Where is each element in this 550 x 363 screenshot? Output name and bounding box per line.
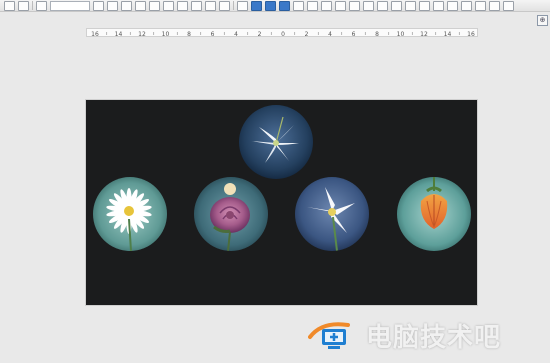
toolbar (0, 0, 550, 12)
list-icon[interactable] (205, 0, 216, 11)
align-right-icon[interactable] (177, 0, 188, 11)
ruler-tick-label: 2 (305, 31, 309, 38)
lily-image[interactable] (239, 105, 313, 179)
narcissus-icon (295, 177, 369, 251)
align-left-icon[interactable] (149, 0, 160, 11)
ruler-tick-label: 12 (138, 31, 146, 38)
ruler-tick-label: 10 (162, 31, 170, 38)
rotate-icon[interactable] (419, 0, 430, 11)
animation-icon[interactable] (461, 0, 472, 11)
bold-icon[interactable] (121, 0, 132, 11)
watermark: 电脑技术吧 (308, 318, 502, 353)
ruler-tick-label: 16 (91, 31, 99, 38)
table-icon[interactable] (219, 0, 230, 11)
chart-icon[interactable] (251, 0, 262, 11)
toolbar-separator (32, 1, 33, 10)
play-icon[interactable] (489, 0, 500, 11)
text-box-icon[interactable] (36, 0, 47, 11)
rose-icon (194, 177, 268, 251)
flip-icon[interactable] (405, 0, 416, 11)
ruler-tick-label: 10 (397, 31, 405, 38)
justify-icon[interactable] (191, 0, 202, 11)
more-icon[interactable] (503, 0, 514, 11)
crop-icon[interactable] (433, 0, 444, 11)
slide-canvas[interactable] (86, 100, 477, 305)
ruler-ticks: 16 14 12 10 8 6 4 2 0 2 4 6 8 10 12 14 16 (91, 31, 475, 38)
font-size-field[interactable] (50, 0, 90, 11)
symbol-icon[interactable] (307, 0, 318, 11)
ruler-tick-label: 0 (281, 31, 285, 38)
gallery-icon[interactable] (293, 0, 304, 11)
toolbar-separator (233, 1, 234, 10)
daisy-image[interactable] (93, 177, 167, 251)
tulip-icon (397, 177, 471, 251)
ruler-tick-label: 4 (234, 31, 238, 38)
italic-icon[interactable] (135, 0, 146, 11)
cursor-icon[interactable] (4, 0, 15, 11)
ruler-tick-label: 14 (115, 31, 123, 38)
align-center-icon[interactable] (163, 0, 174, 11)
arrow-icon[interactable] (321, 0, 332, 11)
font-icon[interactable] (107, 0, 118, 11)
textbox-insert-icon[interactable] (279, 0, 290, 11)
effects-icon[interactable] (447, 0, 458, 11)
ruler-tick-label: 4 (328, 31, 332, 38)
computer-logo-icon (308, 322, 350, 349)
ruler-tick-label: 12 (420, 31, 428, 38)
ruler-tick-label: 14 (444, 31, 452, 38)
picture-icon[interactable] (265, 0, 276, 11)
distribute-icon[interactable] (391, 0, 402, 11)
ruler-tick-label: 2 (258, 31, 262, 38)
watermark-text: 电脑技术吧 (366, 322, 502, 353)
horizontal-ruler: 16 14 12 10 8 6 4 2 0 2 4 6 8 10 12 14 16 (86, 28, 478, 38)
tulip-image[interactable] (397, 177, 471, 251)
rose-image[interactable] (194, 177, 268, 251)
shape-icon[interactable] (237, 0, 248, 11)
layer-icon[interactable] (349, 0, 360, 11)
sidebar-toggle-icon[interactable]: ⊕ (537, 15, 548, 26)
group-icon[interactable] (363, 0, 374, 11)
ruler-tick-label: 16 (467, 31, 475, 38)
transition-icon[interactable] (475, 0, 486, 11)
ruler-tick-label: 8 (187, 31, 191, 38)
align-objects-icon[interactable] (377, 0, 388, 11)
ruler-tick-label: 6 (211, 31, 215, 38)
ruler-tick-label: 8 (375, 31, 379, 38)
font-color-icon[interactable] (93, 0, 104, 11)
ruler-tick-label: 6 (352, 31, 356, 38)
move-icon[interactable] (335, 0, 346, 11)
daisy-icon (93, 177, 167, 251)
lily-icon (239, 105, 313, 179)
narcissus-image[interactable] (295, 177, 369, 251)
lasso-icon[interactable] (18, 0, 29, 11)
